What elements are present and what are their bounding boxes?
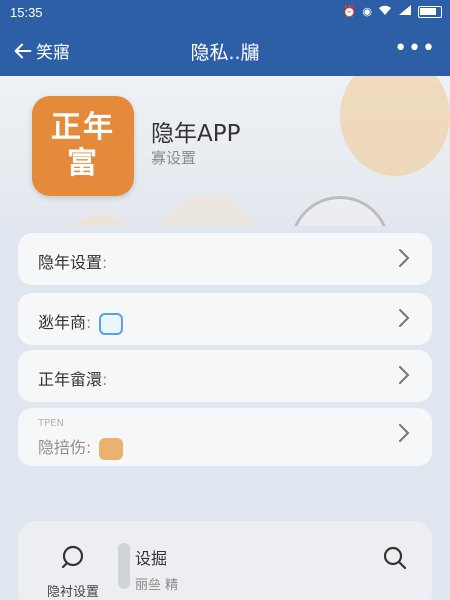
bottom-settings-label: 隐衬设置 bbox=[46, 585, 99, 600]
app-thumb-icon bbox=[98, 437, 123, 460]
menu-item-label: 隐年设置 bbox=[38, 253, 103, 272]
divider-handle bbox=[118, 543, 130, 589]
menu-item-label: 正年畲澴 bbox=[38, 370, 103, 389]
decorative-face bbox=[160, 196, 255, 226]
status-icons: ⏰ ◉ bbox=[343, 4, 442, 20]
bottom-settings-button[interactable]: 隐衬设置 bbox=[38, 543, 108, 600]
app-logo-line2: 富 bbox=[67, 146, 99, 181]
menu-item-settings[interactable]: 正年畲澴: bbox=[18, 350, 432, 402]
qr-icon bbox=[98, 312, 123, 335]
chevron-right-icon bbox=[399, 309, 410, 327]
menu-item-label: 隐掊伤 bbox=[38, 438, 87, 457]
chevron-right-icon bbox=[399, 249, 410, 267]
app-subtitle: 寡设置 bbox=[151, 149, 197, 167]
status-bar: 15:35 ⏰ ◉ bbox=[0, 0, 450, 24]
status-time: 15:35 bbox=[10, 5, 43, 20]
battery-icon bbox=[418, 6, 442, 18]
menu-item-app-protection[interactable]: TPEN 隐掊伤: bbox=[18, 408, 432, 466]
chevron-right-icon bbox=[399, 366, 410, 384]
bottom-panel: 隐衬设置 设掘 丽亝 精 bbox=[18, 521, 432, 600]
signal-icon bbox=[398, 4, 412, 20]
menu-item-tag: TPEN bbox=[38, 418, 64, 429]
app-logo-line1: 正年 bbox=[51, 110, 115, 145]
app-logo: 正年 富 bbox=[32, 96, 134, 196]
app-name: 隐年APP bbox=[151, 121, 241, 147]
chat-bubble-icon bbox=[61, 545, 84, 569]
more-menu-icon[interactable]: ••• bbox=[394, 36, 436, 61]
decorative-character bbox=[340, 76, 450, 176]
menu-item-label: 逖年商 bbox=[38, 313, 87, 332]
chevron-right-icon bbox=[399, 424, 410, 442]
bottom-title: 设掘 bbox=[135, 549, 168, 568]
menu-item-merchant[interactable]: 逖年商: bbox=[18, 293, 432, 345]
bottom-subtitle: 丽亝 精 bbox=[135, 578, 179, 593]
eye-icon: ◉ bbox=[362, 6, 372, 18]
wifi-icon bbox=[378, 4, 392, 20]
page-title: 隐私..牖 bbox=[190, 42, 260, 64]
search-icon[interactable] bbox=[382, 545, 408, 571]
decorative-tv-face bbox=[290, 196, 390, 226]
menu-item-privacy-settings[interactable]: 隐年设置: bbox=[18, 233, 432, 285]
alarm-icon: ⏰ bbox=[342, 6, 357, 18]
decorative-face bbox=[60, 216, 140, 226]
nav-bar: 笑寤 隐私..牖 ••• bbox=[0, 24, 450, 76]
